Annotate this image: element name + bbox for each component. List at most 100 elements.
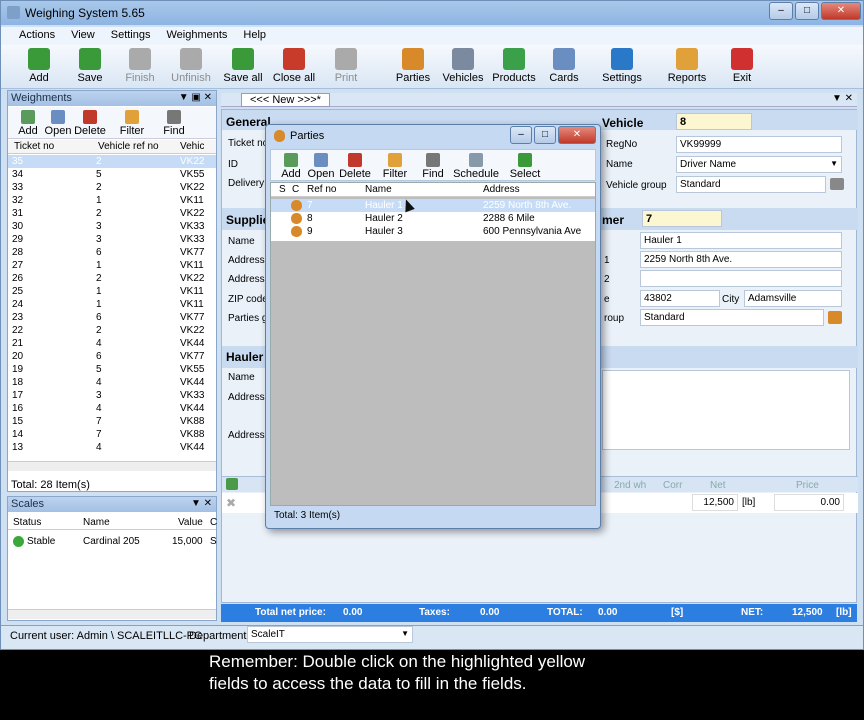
list-item[interactable]: 7 Hauler 1 2259 North 8th Ave. [271,199,595,212]
cell: VK22 [180,208,205,219]
vehicle-id-field[interactable]: 8 [676,113,752,130]
net-value[interactable]: 12,500 [692,494,738,511]
list-item[interactable]: 9 Hauler 3 600 Pennsylvania Ave [271,225,595,238]
col-ref-no[interactable]: Ref no [307,183,336,197]
toolbar-cards-button[interactable]: Cards [538,47,590,87]
customer-lookup-icon[interactable] [828,311,842,324]
add-row-icon[interactable] [226,478,238,490]
button-label: Open [307,168,335,180]
driver-name-select[interactable]: Driver Name ▼ [676,156,842,173]
cell: 32 [12,195,24,206]
table-row[interactable]: 29 3 VK33 [8,233,216,246]
customer-address2-field[interactable] [640,270,842,287]
toolbar-vehicles-button[interactable]: Vehicles [437,47,489,87]
col-ticket-no[interactable]: Ticket no [14,140,54,154]
col-address[interactable]: Address [483,183,520,197]
table-row[interactable]: 32 1 VK11 [8,194,216,207]
department-select[interactable]: ScaleIT ▼ [247,626,413,643]
toolbar-finish-button[interactable]: Finish [114,47,166,87]
table-row[interactable]: 20 6 VK77 [8,350,216,363]
menu-weighments[interactable]: Weighments [158,27,235,43]
hauler-notes[interactable] [602,370,850,450]
delete-row-icon[interactable]: ✖ [226,496,236,510]
close-dialog-icon[interactable]: ✕ [558,126,596,144]
pin-icon[interactable]: ▼ ✕ [191,498,212,509]
toolbar-save-button[interactable]: Save [64,47,116,87]
weighments-scrollbar[interactable] [8,461,216,471]
menu-view[interactable]: View [63,27,103,43]
toolbar-settings-button[interactable]: Settings [596,47,648,87]
menu-actions[interactable]: Actions [11,27,63,43]
table-row[interactable]: 30 3 VK33 [8,220,216,233]
maximize-icon[interactable]: □ [795,2,819,20]
tab-close-icon[interactable]: ▼ ✕ [832,93,853,104]
table-row[interactable]: 26 2 VK22 [8,272,216,285]
table-row[interactable]: 35 2 VK22 [8,155,216,168]
pin-icon[interactable]: ▼ ▣ ✕ [179,92,212,103]
table-row[interactable]: 14 7 VK88 [8,428,216,441]
weighments-open-button[interactable]: Open [42,109,74,139]
regno-field[interactable]: VK99999 [676,136,842,153]
table-row[interactable]: 17 3 VK33 [8,389,216,402]
toolbar-close-all-button[interactable]: Close all [268,47,320,87]
minimize-icon[interactable]: – [769,2,793,20]
customer-zip-field[interactable]: 43802 [640,290,720,307]
table-row[interactable]: 25 1 VK11 [8,285,216,298]
minimize-icon[interactable]: – [510,126,532,144]
vehicle-group-field[interactable]: Standard [676,176,826,193]
toolbar-add-button[interactable]: Add [13,47,65,87]
toolbar-unfinish-button[interactable]: Unfinish [165,47,217,87]
toolbar-exit-button[interactable]: Exit [716,47,768,87]
table-row[interactable]: 16 4 VK44 [8,402,216,415]
col-c[interactable]: C [292,183,299,197]
table-row[interactable]: 19 5 VK55 [8,363,216,376]
menu-help[interactable]: Help [235,27,274,43]
parties-schedule-button[interactable]: Schedule [451,152,501,182]
table-row[interactable]: 15 7 VK88 [8,415,216,428]
toolbar-products-button[interactable]: Products [488,47,540,87]
scale-row[interactable]: Stable Cardinal 205 15,000 S [8,535,217,548]
customer-name-field[interactable]: Hauler 1 [640,232,842,249]
menu-settings[interactable]: Settings [103,27,159,43]
toolbar-reports-button[interactable]: Reports [661,47,713,87]
scales-scrollbar[interactable] [8,609,216,619]
table-row[interactable]: 27 1 VK11 [8,259,216,272]
col-s[interactable]: S [279,183,286,197]
table-row[interactable]: 28 6 VK77 [8,246,216,259]
weighments-filter-button[interactable]: Filter [116,109,148,139]
col-name[interactable]: Name [365,183,392,197]
parties-find-button[interactable]: Find [417,152,449,182]
customer-group-field[interactable]: Standard [640,309,824,326]
col-vehicle[interactable]: Vehic [180,140,204,154]
toolbar-print-button[interactable]: Print [320,47,372,87]
table-row[interactable]: 33 2 VK22 [8,181,216,194]
weighments-delete-button[interactable]: Delete [74,109,106,139]
table-row[interactable]: 21 4 VK44 [8,337,216,350]
tab-new[interactable]: <<< New >>>* [241,93,330,107]
customer-city-field[interactable]: Adamsville [744,290,842,307]
parties-open-button[interactable]: Open [305,152,337,182]
table-row[interactable]: 31 2 VK22 [8,207,216,220]
weighments-add-button[interactable]: Add [12,109,44,139]
toolbar-save-all-button[interactable]: Save all [217,47,269,87]
customer-address-field[interactable]: 2259 North 8th Ave. [640,251,842,268]
customer-id-field[interactable]: 7 [642,210,722,227]
list-item[interactable]: 8 Hauler 2 2288 6 Mile [271,212,595,225]
weighments-find-button[interactable]: Find [158,109,190,139]
table-row[interactable]: 22 2 VK22 [8,324,216,337]
parties-delete-button[interactable]: Delete [339,152,371,182]
table-row[interactable]: 18 4 VK44 [8,376,216,389]
parties-filter-button[interactable]: Filter [379,152,411,182]
price-value[interactable]: 0.00 [774,494,844,511]
toolbar-parties-button[interactable]: Parties [387,47,439,87]
vehicle-lookup-icon[interactable] [830,178,844,190]
table-row[interactable]: 24 1 VK11 [8,298,216,311]
close-window-icon[interactable]: ✕ [821,2,861,20]
table-row[interactable]: 23 6 VK77 [8,311,216,324]
maximize-icon[interactable]: □ [534,126,556,144]
table-row[interactable]: 34 5 VK55 [8,168,216,181]
parties-select-button[interactable]: Select [509,152,541,182]
parties-add-button[interactable]: Add [275,152,307,182]
table-row[interactable]: 13 4 VK44 [8,441,216,454]
col-vehicle-ref[interactable]: Vehicle ref no [98,140,159,154]
